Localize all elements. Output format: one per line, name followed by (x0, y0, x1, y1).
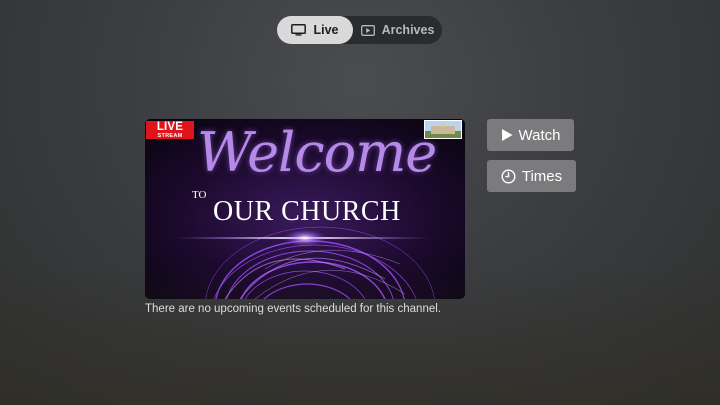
status-message: There are no upcoming events scheduled f… (145, 303, 441, 315)
tab-archives[interactable]: Archives (353, 16, 442, 44)
play-icon (501, 128, 513, 142)
times-button-label: Times (521, 167, 563, 185)
welcome-headline: Welcome (197, 121, 437, 184)
tab-live-label: Live (313, 23, 339, 37)
thumbnail-text-layer: Welcome TO OUR CHURCH (145, 119, 465, 299)
tv-icon (291, 24, 307, 36)
view-switcher: Live Archives (277, 16, 442, 44)
play-rectangle-icon (360, 24, 375, 36)
to-connector: TO (192, 189, 207, 201)
watch-button[interactable]: Watch (487, 119, 574, 151)
tab-live[interactable]: Live (277, 16, 353, 44)
clock-icon (501, 168, 516, 184)
live-stream-thumbnail[interactable]: LIVE STREAM Welcome TO OUR CHURCH (145, 119, 465, 299)
our-church-subheadline: OUR CHURCH (213, 196, 401, 227)
watch-button-label: Watch (518, 126, 561, 144)
tab-archives-label: Archives (381, 23, 435, 37)
times-button[interactable]: Times (487, 160, 576, 192)
